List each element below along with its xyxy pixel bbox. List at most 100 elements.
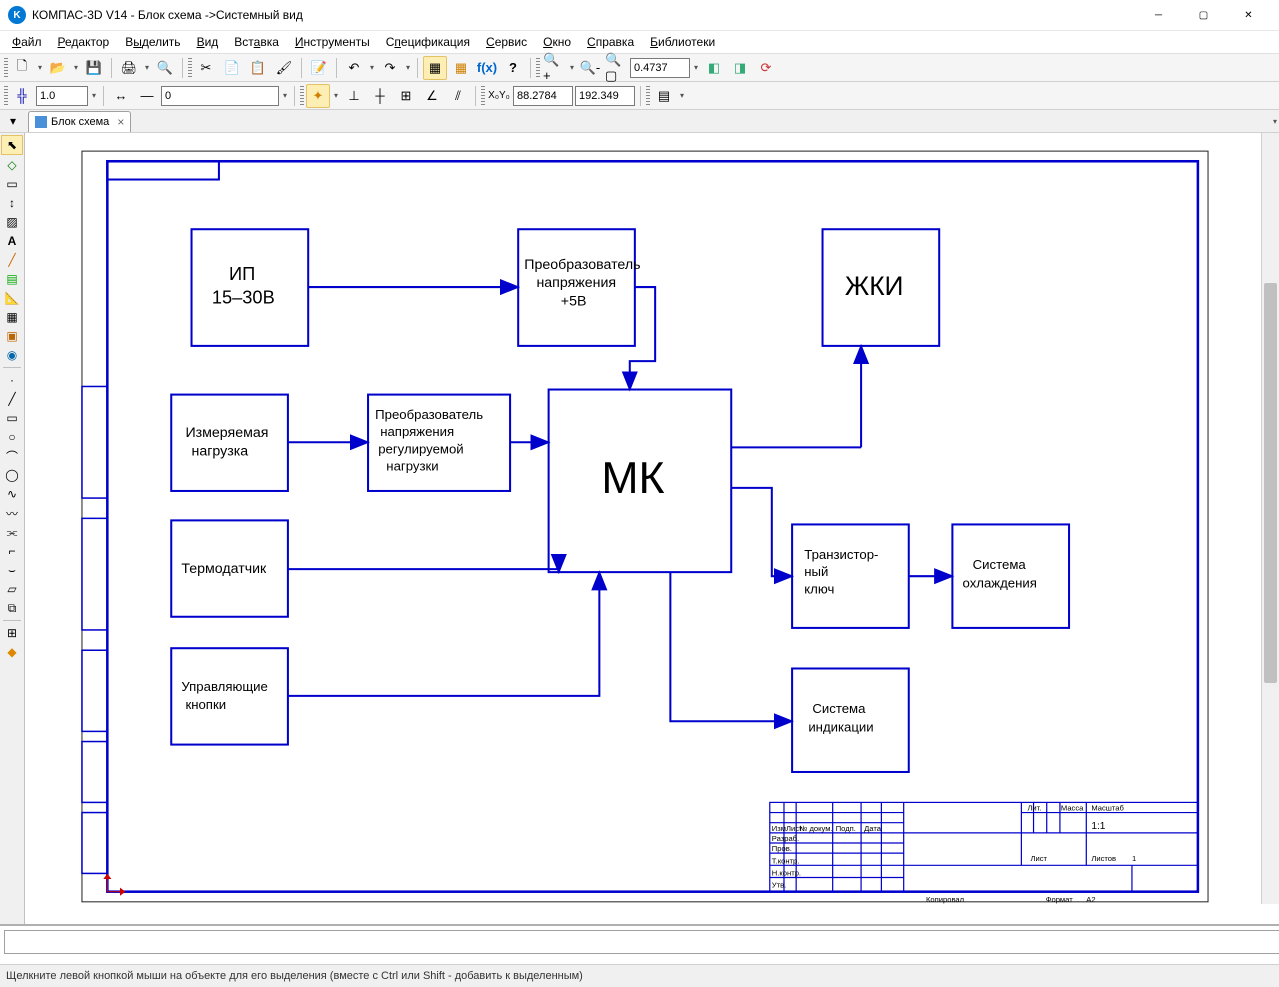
snap-angle-button[interactable]: ∠ <box>420 84 444 108</box>
toolbar-grip[interactable] <box>646 86 650 106</box>
close-button[interactable]: ✕ <box>1226 0 1271 30</box>
layers-button[interactable]: ▤ <box>652 84 676 108</box>
command-input[interactable] <box>4 930 1279 954</box>
open-dropdown[interactable]: ▾ <box>72 57 80 79</box>
zoom-fit-button[interactable]: 🔍▢ <box>604 56 628 80</box>
spline-tool[interactable]: ∿ <box>2 485 22 503</box>
grid-button[interactable]: ▦ <box>423 56 447 80</box>
contour-tool[interactable]: ▱ <box>2 580 22 598</box>
print-button[interactable]: 🖨 <box>117 56 141 80</box>
redo-button[interactable]: ↷ <box>378 56 402 80</box>
ellipse-tool[interactable]: ◯ <box>2 466 22 484</box>
toolbar-grip[interactable] <box>481 86 485 106</box>
print-dropdown[interactable]: ▾ <box>143 57 151 79</box>
menu-editor[interactable]: Редактор <box>50 33 118 51</box>
copy-button[interactable]: 📄 <box>220 56 244 80</box>
vertical-scrollbar[interactable] <box>1261 133 1279 904</box>
zoom-input[interactable] <box>630 58 690 78</box>
xy-button[interactable]: X₀Y₀ <box>487 84 511 108</box>
linestyle-button[interactable]: — <box>135 84 159 108</box>
zoom-in-button[interactable]: 🔍+ <box>542 56 566 80</box>
help-cursor-button[interactable]: ? <box>501 56 525 80</box>
variables-button[interactable]: f(x) <box>475 56 499 80</box>
rect-tool[interactable]: ▭ <box>2 409 22 427</box>
minimize-button[interactable]: ─ <box>1136 0 1181 30</box>
snap-para-button[interactable]: ⫽ <box>446 84 470 108</box>
toolbar-grip[interactable] <box>536 58 540 78</box>
equidist-tool[interactable]: ⧉ <box>2 599 22 617</box>
tab-menu-button[interactable]: ▾ <box>4 112 22 130</box>
assembly-tool[interactable]: ⊞ <box>2 624 22 642</box>
undo-button[interactable]: ↶ <box>342 56 366 80</box>
measure-tool[interactable]: 📐 <box>2 289 22 307</box>
new-doc-dropdown[interactable]: ▾ <box>36 57 44 79</box>
menu-file[interactable]: Файл <box>4 33 50 51</box>
tab-overflow-button[interactable]: ▾ <box>1271 110 1279 132</box>
menu-spec[interactable]: Спецификация <box>378 33 478 51</box>
menu-select[interactable]: Выделить <box>117 33 188 51</box>
properties-button[interactable]: 📝 <box>307 56 331 80</box>
scrollbar-thumb[interactable] <box>1264 283 1277 683</box>
dimension-tool[interactable]: ↕ <box>2 194 22 212</box>
chamfer-tool[interactable]: ⌐ <box>2 542 22 560</box>
drawing-svg[interactable]: ИП 15–30В Преобразователь напряжения +5В… <box>35 143 1255 914</box>
new-doc-button[interactable]: 🗋 <box>10 56 34 80</box>
report-tool[interactable]: ◉ <box>2 346 22 364</box>
point-tool[interactable]: · <box>2 371 22 389</box>
menu-service[interactable]: Сервис <box>478 33 535 51</box>
pointer-tool[interactable]: ⬉ <box>1 135 23 155</box>
toolbar-grip[interactable] <box>4 86 8 106</box>
ortho-button[interactable]: ╬ <box>10 84 34 108</box>
polyline-tool[interactable]: ⫘ <box>2 523 22 541</box>
snap-grid-button[interactable]: ⊞ <box>394 84 418 108</box>
edit-tool[interactable]: ╱ <box>2 251 22 269</box>
line-tool[interactable]: ╱ <box>2 390 22 408</box>
menu-help[interactable]: Справка <box>579 33 642 51</box>
paint-format-button[interactable]: 🖌 <box>272 56 296 80</box>
snap-button[interactable]: ✦ <box>306 84 330 108</box>
toolbar-grip[interactable] <box>300 86 304 106</box>
table-tool[interactable]: ▦ <box>2 308 22 326</box>
scale-select[interactable] <box>36 86 88 106</box>
menu-window[interactable]: Окно <box>535 33 579 51</box>
undo-dropdown[interactable]: ▾ <box>368 57 376 79</box>
save-button[interactable]: 💾 <box>82 56 106 80</box>
document-tab[interactable]: Блок схема × <box>28 111 131 132</box>
redo-dropdown[interactable]: ▾ <box>404 57 412 79</box>
circle-tool[interactable]: ○ <box>2 428 22 446</box>
segment-tool[interactable]: ▭ <box>2 175 22 193</box>
library-manager-button[interactable]: ▦ <box>449 56 473 80</box>
menu-view[interactable]: Вид <box>189 33 227 51</box>
print-preview-button[interactable]: 🔍 <box>153 56 177 80</box>
style-select[interactable] <box>161 86 279 106</box>
menu-tools[interactable]: Инструменты <box>287 33 378 51</box>
menu-libraries[interactable]: Библиотеки <box>642 33 723 51</box>
zoom-next-button[interactable]: ◨ <box>728 56 752 80</box>
text-tool[interactable]: A <box>2 232 22 250</box>
tab-close-button[interactable]: × <box>117 115 124 129</box>
spec-tool[interactable]: ▣ <box>2 327 22 345</box>
coord-y-input[interactable] <box>575 86 635 106</box>
maximize-button[interactable]: ▢ <box>1181 0 1226 30</box>
toolbar-grip[interactable] <box>4 58 8 78</box>
menu-insert[interactable]: Вставка <box>226 33 287 51</box>
paste-button[interactable]: 📋 <box>246 56 270 80</box>
constraint-tool[interactable]: ▤ <box>2 270 22 288</box>
hatch-tool[interactable]: ▨ <box>2 213 22 231</box>
arc-tool[interactable]: ⌒ <box>2 447 22 465</box>
view3d-tool[interactable]: ◆ <box>2 643 22 661</box>
snap-end-button[interactable]: ⊥ <box>342 84 366 108</box>
zoom-out-button[interactable]: 🔍- <box>578 56 602 80</box>
geometry-tool[interactable]: ◇ <box>2 156 22 174</box>
snap-mid-button[interactable]: ┼ <box>368 84 392 108</box>
step-button[interactable]: ↔ <box>109 84 133 108</box>
bezier-tool[interactable]: 〰 <box>2 504 22 522</box>
refresh-button[interactable]: ⟳ <box>754 56 778 80</box>
drawing-canvas[interactable]: ИП 15–30В Преобразователь напряжения +5В… <box>25 133 1279 924</box>
zoom-prev-button[interactable]: ◧ <box>702 56 726 80</box>
cut-button[interactable]: ✂ <box>194 56 218 80</box>
toolbar-grip[interactable] <box>188 58 192 78</box>
open-button[interactable]: 📂 <box>46 56 70 80</box>
coord-x-input[interactable] <box>513 86 573 106</box>
fillet-tool[interactable]: ⌣ <box>2 561 22 579</box>
